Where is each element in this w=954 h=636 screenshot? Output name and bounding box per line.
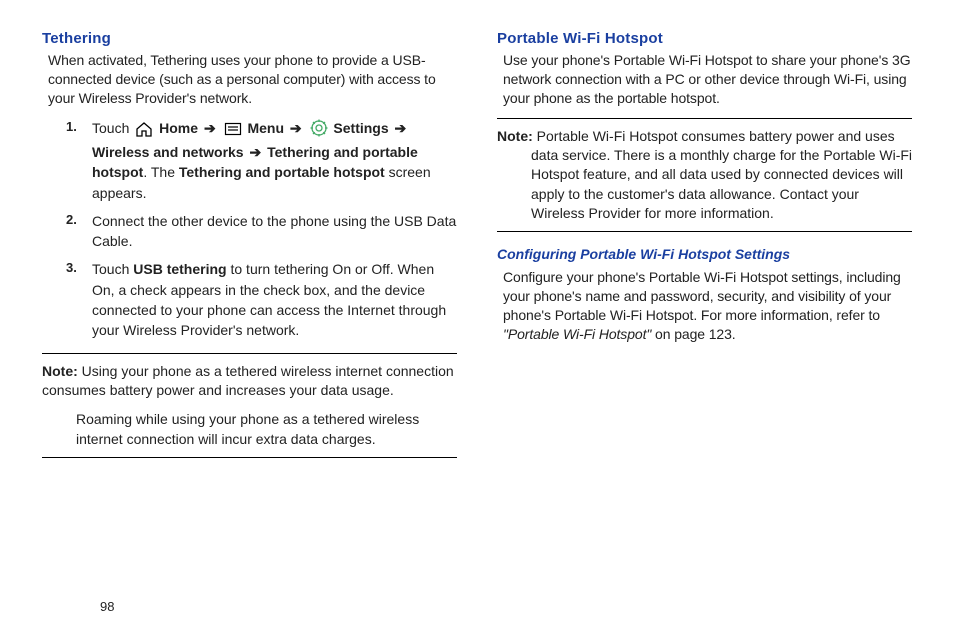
hotspot-intro: Use your phone's Portable Wi-Fi Hotspot … [503,51,912,108]
step-3: Touch USB tethering to turn tethering On… [92,259,457,340]
arrow-icon: ➔ [393,120,409,136]
step1-tail-a: . The [143,164,179,180]
tethering-intro: When activated, Tethering uses your phon… [48,51,457,108]
note1-a: Using your phone as a tethered wireless … [42,363,454,398]
label-wireless-networks: Wireless and networks [92,144,244,160]
configuring-text: Configure your phone's Portable Wi-Fi Ho… [503,268,912,344]
step-1: Touch Home ➔ Menu ➔ Settings ➔ Wireless … [92,118,457,203]
divider [497,231,912,232]
settings-icon [310,119,328,142]
menu-icon [224,121,242,142]
note1-b: Roaming while using your phone as a teth… [76,410,457,449]
label-home: Home [159,120,198,136]
config-b: on page 123. [651,326,735,342]
page-number: 98 [100,599,114,614]
note-hotspot-body: Portable Wi-Fi Hotspot consumes battery … [531,128,912,221]
config-ref: "Portable Wi-Fi Hotspot" [503,326,651,342]
note-label: Note: [497,128,533,144]
config-a: Configure your phone's Portable Wi-Fi Ho… [503,269,901,323]
label-menu: Menu [247,120,284,136]
home-icon [135,121,153,142]
arrow-icon: ➔ [247,144,263,160]
heading-tethering: Tethering [42,30,457,47]
arrow-icon: ➔ [288,120,304,136]
note-tethering: Note: Using your phone as a tethered wir… [42,362,457,449]
note-hotspot: Note: Portable Wi-Fi Hotspot consumes ba… [497,127,912,224]
divider [42,353,457,354]
label-settings: Settings [333,120,388,136]
arrow-icon: ➔ [202,120,218,136]
step1-tail-b: Tethering and portable hotspot [179,164,385,180]
note-label: Note: [42,363,78,379]
divider [42,457,457,458]
step3-a: Touch [92,261,133,277]
subheading-configuring: Configuring Portable Wi-Fi Hotspot Setti… [497,246,912,262]
step1-touch: Touch [92,120,129,136]
heading-hotspot: Portable Wi-Fi Hotspot [497,30,912,47]
step3-b: USB tethering [133,261,226,277]
divider [497,118,912,119]
step-2: Connect the other device to the phone us… [92,211,457,252]
